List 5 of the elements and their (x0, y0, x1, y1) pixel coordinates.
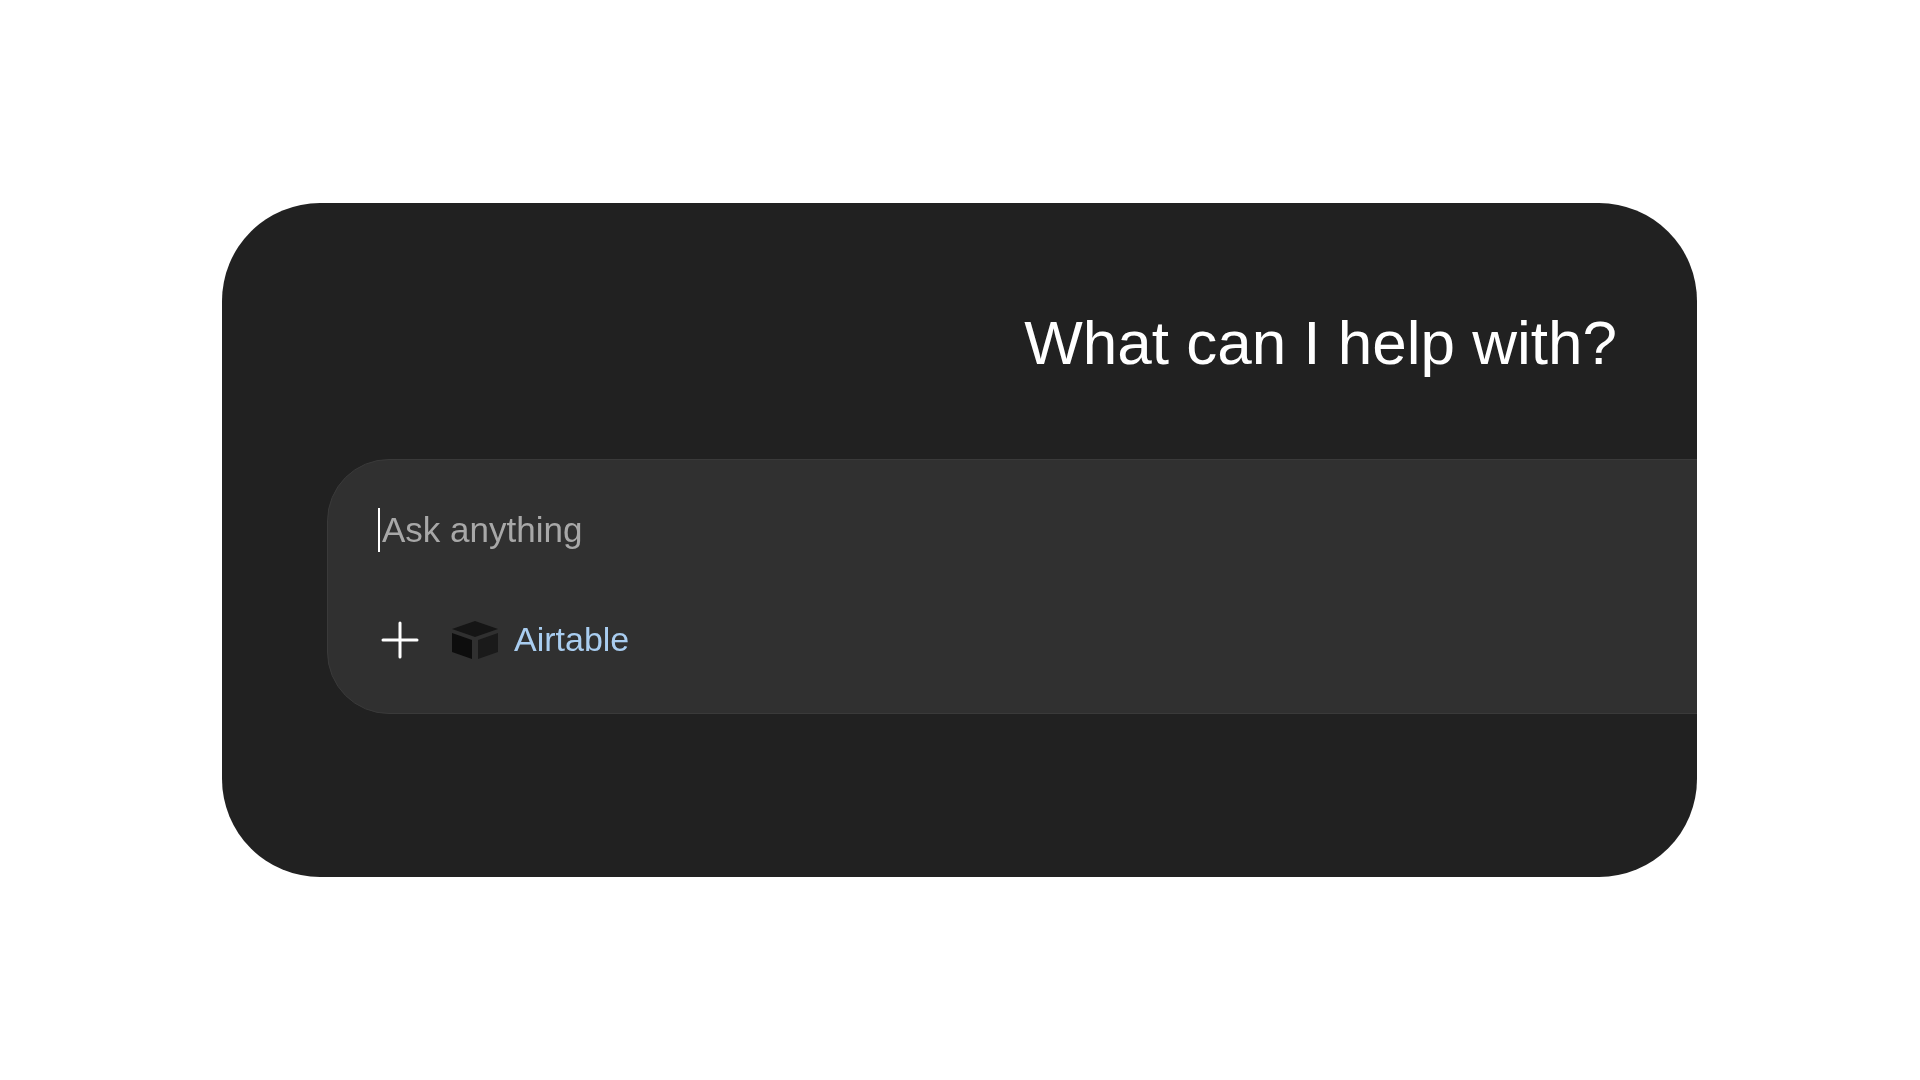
tool-chip-button[interactable]: Airtable (450, 614, 630, 665)
heading: What can I help with? (1024, 307, 1617, 379)
input-field[interactable]: Ask anything (380, 503, 1080, 557)
box-icon (450, 618, 500, 661)
plus-icon (380, 619, 420, 660)
